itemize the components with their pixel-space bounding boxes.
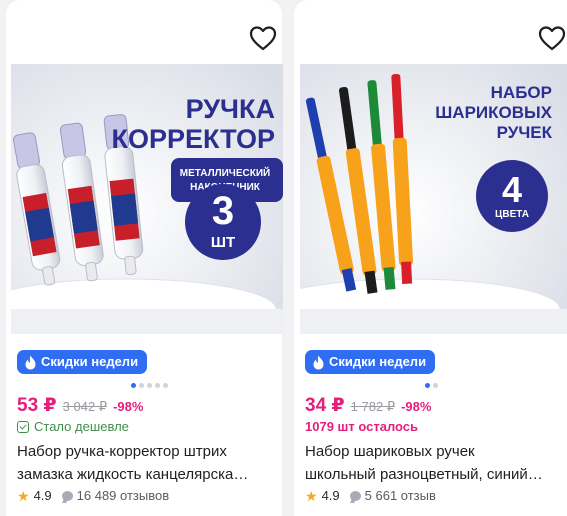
carousel-dot[interactable]	[163, 383, 168, 388]
product-image[interactable]: НАБОР ШАРИКОВЫХ РУЧЕК 4 ЦВЕТА	[300, 64, 567, 334]
rating-row[interactable]: ★ 4.9 5 661 отзыв	[305, 488, 436, 503]
current-price: 53 ₽	[17, 395, 57, 416]
price-down-icon	[17, 420, 29, 433]
product-card[interactable]: НАБОР ШАРИКОВЫХ РУЧЕК 4 ЦВЕТА Скидки нед…	[294, 0, 567, 516]
star-icon: ★	[305, 487, 318, 504]
heart-outline-icon[interactable]	[249, 25, 277, 51]
star-icon: ★	[17, 487, 30, 504]
old-price: 3 042 ₽	[62, 399, 108, 414]
review-count: 5 661 отзыв	[364, 488, 436, 503]
image-title-line2: ШАРИКОВЫХ	[435, 103, 552, 122]
rating-value: 4.9	[321, 488, 340, 503]
fire-icon	[25, 355, 36, 369]
current-price: 34 ₽	[305, 395, 345, 416]
weekly-discount-badge: Скидки недели	[305, 350, 436, 374]
price-row: 34 ₽ 1 782 ₽ -98%	[305, 394, 431, 417]
weekly-discount-badge: Скидки недели	[17, 350, 148, 374]
product-title[interactable]: Набор ручка-корректор штрих замазка жидк…	[17, 440, 275, 486]
status-text: Стало дешевле	[34, 419, 129, 434]
product-image-art: НАБОР ШАРИКОВЫХ РУЧЕК 4 ЦВЕТА	[300, 64, 567, 334]
carousel-dot[interactable]	[155, 383, 160, 388]
carousel-dot[interactable]	[433, 383, 438, 388]
product-image[interactable]: РУЧКА КОРРЕКТОР МЕТАЛЛИЧЕСКИЙ НАКОНЕЧНИК…	[11, 64, 283, 334]
image-title-line1: НАБОР	[491, 83, 552, 102]
quantity-number: 3	[212, 189, 234, 233]
badge-label: Скидки недели	[329, 354, 427, 369]
price-drop-status: Стало дешевле	[17, 419, 129, 434]
color-count-number: 4	[502, 169, 522, 210]
carousel-dot[interactable]	[147, 383, 152, 388]
color-count-unit: ЦВЕТА	[495, 209, 529, 220]
product-title[interactable]: Набор шариковых ручек школьный разноцвет…	[305, 440, 560, 486]
comment-icon	[349, 490, 361, 501]
product-grid: РУЧКА КОРРЕКТОР МЕТАЛЛИЧЕСКИЙ НАКОНЕЧНИК…	[0, 0, 567, 516]
product-title-line2: школьный разноцветный, синий…	[305, 466, 543, 483]
review-count: 16 489 отзывов	[76, 488, 170, 503]
discount-percent: -98%	[401, 399, 432, 414]
heart-outline-icon[interactable]	[538, 25, 566, 51]
product-image-art: РУЧКА КОРРЕКТОР МЕТАЛЛИЧЕСКИЙ НАКОНЕЧНИК…	[11, 64, 283, 334]
product-title-line1: Набор шариковых ручек	[305, 443, 475, 460]
image-carousel-dots[interactable]	[131, 383, 168, 388]
product-title-line2: замазка жидкость канцелярска…	[17, 466, 249, 483]
image-carousel-dots[interactable]	[425, 383, 438, 388]
image-title-line3: РУЧЕК	[497, 123, 553, 142]
image-title-line2: КОРРЕКТОР	[112, 124, 276, 154]
carousel-dot[interactable]	[131, 383, 136, 388]
discount-percent: -98%	[113, 399, 144, 414]
old-price: 1 782 ₽	[350, 399, 396, 414]
product-card[interactable]: РУЧКА КОРРЕКТОР МЕТАЛЛИЧЕСКИЙ НАКОНЕЧНИК…	[6, 0, 283, 516]
fire-icon	[313, 355, 324, 369]
stock-left-status: 1079 шт осталось	[305, 419, 418, 434]
comment-icon	[61, 490, 73, 501]
image-ribbon-line1: МЕТАЛЛИЧЕСКИЙ	[180, 166, 270, 179]
price-row: 53 ₽ 3 042 ₽ -98%	[17, 394, 143, 417]
product-title-line1: Набор ручка-корректор штрих	[17, 443, 227, 460]
status-text: 1079 шт осталось	[305, 419, 419, 434]
carousel-dot[interactable]	[425, 383, 430, 388]
image-title-line1: РУЧКА	[186, 94, 275, 124]
rating-row[interactable]: ★ 4.9 16 489 отзывов	[17, 488, 169, 503]
carousel-dot[interactable]	[139, 383, 144, 388]
quantity-unit: ШТ	[211, 234, 235, 251]
rating-value: 4.9	[33, 488, 52, 503]
badge-label: Скидки недели	[41, 354, 139, 369]
